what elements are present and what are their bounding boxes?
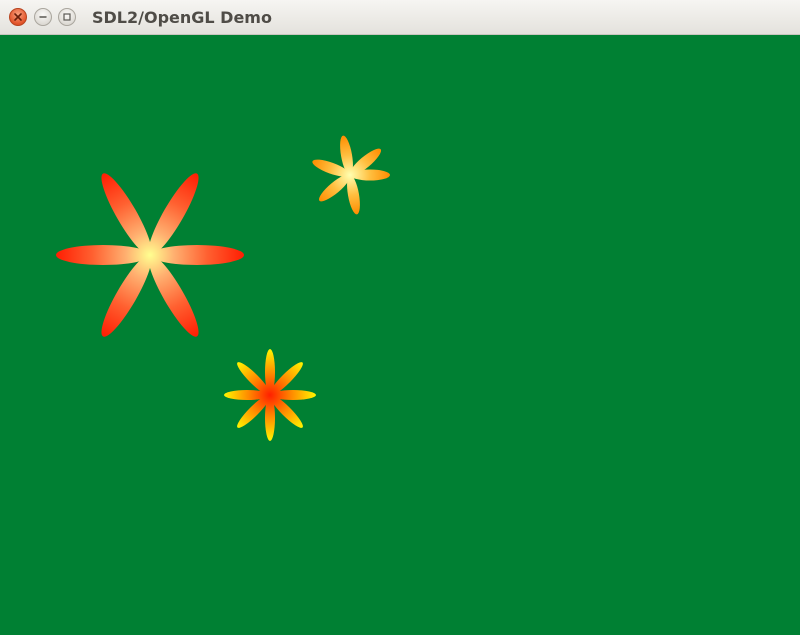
title-bar[interactable]: SDL2/OpenGL Demo <box>0 0 800 35</box>
maximize-icon <box>63 13 71 21</box>
close-icon <box>14 13 22 21</box>
gl-canvas[interactable] <box>0 35 800 635</box>
scene-svg <box>56 135 390 441</box>
large-red-flower <box>56 173 244 337</box>
minimize-icon <box>39 16 47 18</box>
close-button[interactable] <box>9 8 27 26</box>
maximize-button[interactable] <box>58 8 76 26</box>
app-window: SDL2/OpenGL Demo <box>0 0 800 635</box>
window-title: SDL2/OpenGL Demo <box>92 8 272 27</box>
small-orange-flower <box>312 135 390 215</box>
minimize-button[interactable] <box>34 8 52 26</box>
medium-yellow-red-flower <box>224 349 316 441</box>
